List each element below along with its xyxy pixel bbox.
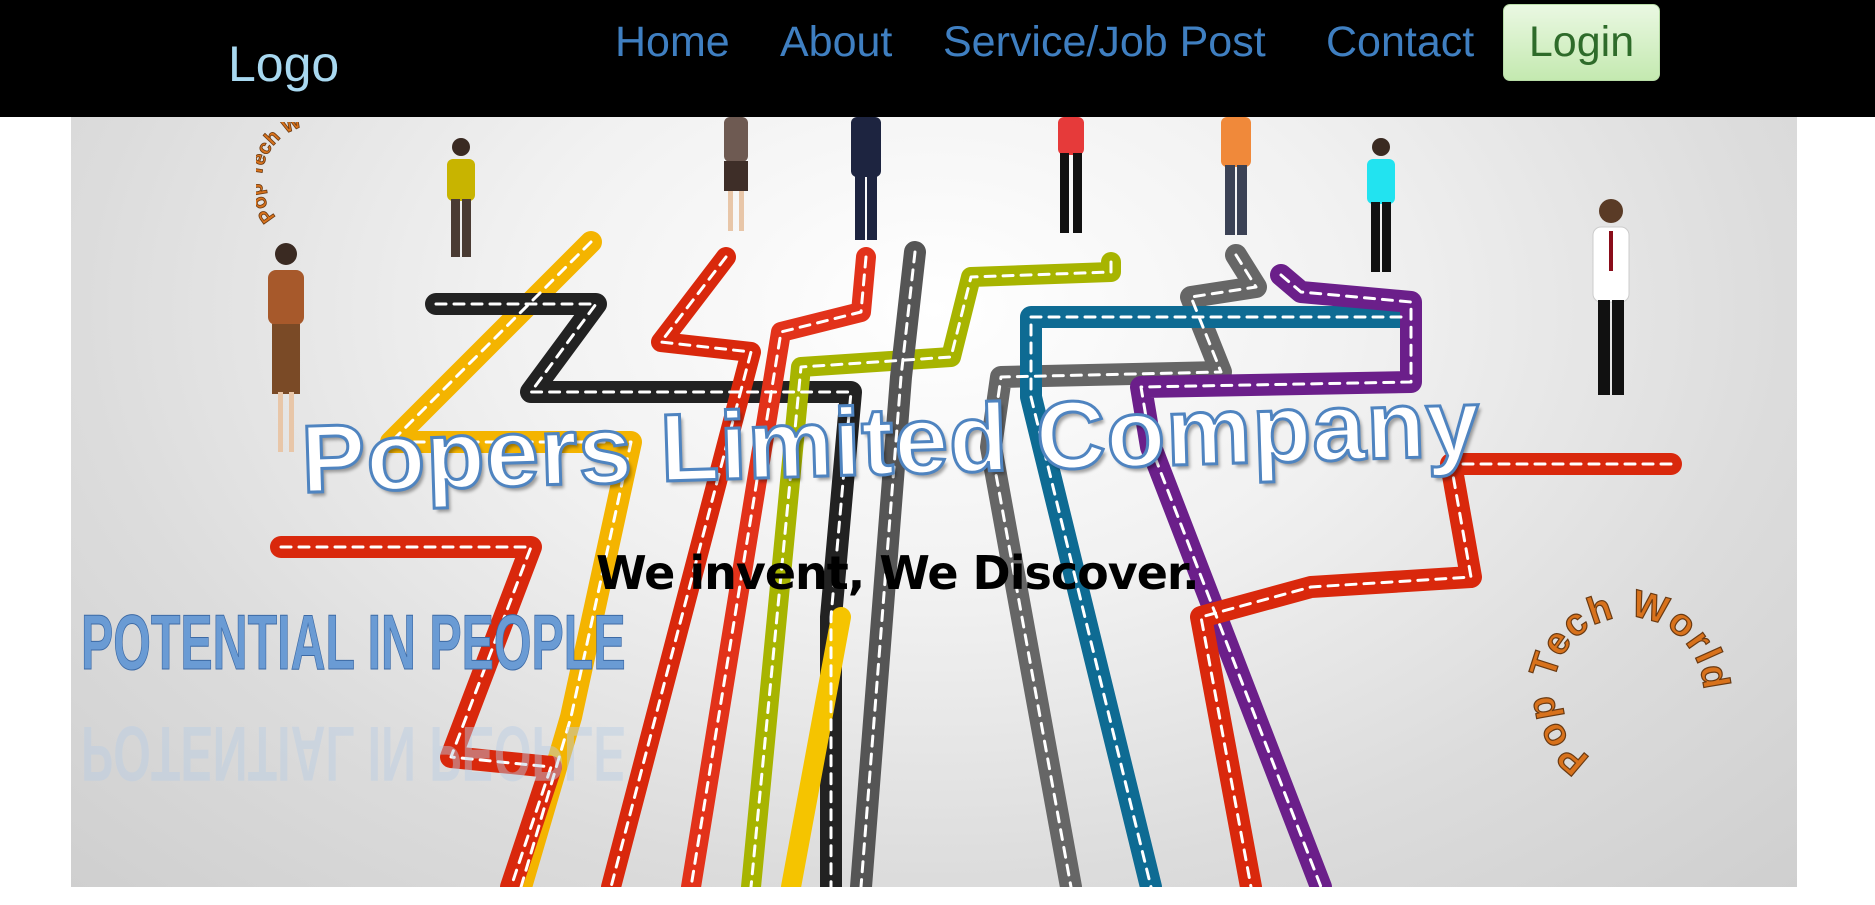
nav-link-contact[interactable]: Contact (1326, 16, 1474, 68)
potential-in-people-reflection: POTENTIAL IN PEOPLE (81, 710, 626, 798)
hero-tagline: We invent, We Discover. (596, 546, 1200, 600)
svg-text:Pop Tech W: Pop Tech W (256, 122, 305, 227)
nav-link-home[interactable]: Home (615, 16, 730, 68)
svg-text:Pop Tech World: Pop Tech World (1520, 587, 1737, 783)
person-2 (724, 117, 748, 231)
potential-in-people-text: POTENTIAL IN PEOPLE (81, 598, 626, 687)
person-4 (1058, 117, 1084, 233)
poptech-badge-small: Pop Tech W (256, 122, 305, 228)
nav-link-about[interactable]: About (780, 16, 892, 68)
top-navbar: Logo Home About Service/Job Post Contact… (0, 0, 1875, 117)
hero-banner: Pop Tech W Popers Limited Company We inv… (71, 117, 1797, 887)
logo[interactable]: Logo (228, 34, 339, 94)
poptech-badge: Pop Tech World (1519, 587, 1737, 784)
login-button[interactable]: Login (1503, 4, 1660, 81)
person-6 (1367, 138, 1395, 272)
nav-link-service-job-post[interactable]: Service/Job Post (943, 16, 1266, 68)
person-5 (1221, 117, 1251, 235)
person-1 (447, 138, 475, 257)
person-8 (268, 243, 304, 452)
person-3 (851, 117, 881, 240)
